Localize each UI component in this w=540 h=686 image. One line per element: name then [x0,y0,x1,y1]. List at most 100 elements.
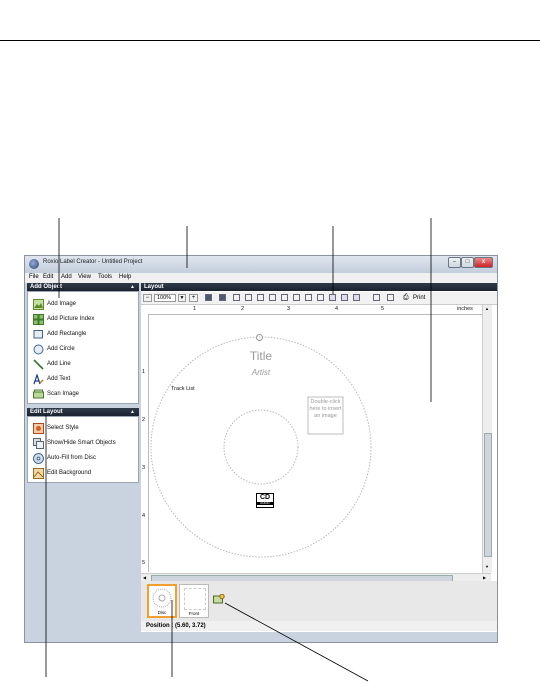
center-vertical-icon[interactable] [353,294,360,301]
thumbnail-strip: Disc Front [141,581,497,621]
align-top-icon[interactable] [269,294,276,301]
ruler-left-label: 3 [142,465,146,471]
add-picture-index-label: Add Picture Index [47,316,95,322]
position-readout: Position : (5.60, 3.72) [146,623,206,629]
align-center-icon[interactable] [245,294,252,301]
scanner-icon [33,389,44,399]
top-rule [0,40,540,41]
style-icon [33,423,44,434]
close-button[interactable]: x [474,257,493,268]
edit-layout-panel: Edit Layout ▲ Select Style Show/Hide Sma… [27,408,139,483]
ruler-top-label: 1 [193,306,197,312]
thumbnail-front[interactable]: Front [179,584,209,618]
window-title: Roxio Label Creator - Untitled Project [43,259,143,265]
collapse-arrow-icon[interactable]: ▲ [130,283,135,291]
menu-tools[interactable]: Tools [98,274,112,280]
add-object-panel: Add Object ▲ Add Image Add Picture Index… [27,283,139,404]
app-icon [29,259,39,269]
align-left-icon[interactable] [233,294,240,301]
picture-index-icon [33,314,44,325]
zoom-select[interactable]: 100% [154,294,176,302]
line-icon [33,359,44,370]
disc-artist[interactable]: Artist [231,368,291,377]
rotate-right-icon[interactable] [387,294,394,301]
scroll-down-icon[interactable]: ▼ [484,564,490,570]
scroll-left-icon[interactable]: ◀ [143,575,146,580]
label-canvas[interactable]: Title Artist Track List Double-click her… [149,315,482,572]
ruler-left-label: 4 [142,513,146,519]
scroll-up-icon[interactable]: ▲ [484,306,490,312]
layout-area: Layout − 100% ▼ + ⎙ Print 1 2 3 4 5 inch… [141,283,497,632]
zoom-in-button[interactable]: + [189,294,198,302]
edit-background-label: Edit Background [47,470,92,476]
menu-file[interactable]: File [29,274,39,280]
edit-layout-header[interactable]: Edit Layout ▲ [27,408,139,416]
center-horizontal-icon[interactable] [341,294,348,301]
add-object-list: Add Image Add Picture Index Add Rectangl… [27,291,139,404]
track-list[interactable]: Track List [171,386,195,392]
minimize-button[interactable]: – [448,257,461,268]
collapse-arrow-icon[interactable]: ▲ [130,408,135,416]
add-rectangle-label: Add Rectangle [47,331,87,337]
align-middle-icon[interactable] [281,294,288,301]
add-image-label: Add Image [47,301,77,307]
disc-outline [150,336,372,558]
show-hide-smart-objects-label: Show/Hide Smart Objects [47,440,116,446]
zoom-dropdown-icon[interactable]: ▼ [178,294,186,302]
menu-add[interactable]: Add [61,274,72,280]
cd-logo-sub: AUDIO [257,502,273,505]
smart-objects-icon [33,438,44,449]
ruler-top-label: 3 [287,306,291,312]
menu-help[interactable]: Help [119,274,131,280]
crosshair-icon[interactable] [256,334,263,341]
scan-image-label: Scan Image [47,391,80,397]
thumbnail-front-label: Front [188,611,200,616]
add-page-icon[interactable] [213,594,225,604]
ruler-left-label: 1 [142,369,146,375]
vertical-scrollbar[interactable]: ▲ ▼ [482,305,492,573]
print-label: Print [413,295,426,301]
add-object-header[interactable]: Add Object ▲ [27,283,139,291]
menu-bar: File Edit Add View Tools Help [25,273,497,283]
same-height-icon[interactable] [317,294,324,301]
background-icon [33,468,44,479]
same-width-icon[interactable] [305,294,312,301]
ruler-unit: inches [457,306,473,312]
front-thumbnail-icon [184,588,206,610]
ruler-left-label: 2 [142,417,146,423]
add-circle-label: Add Circle [47,346,75,352]
add-line-label: Add Line [47,361,71,367]
add-text-label: Add Text [47,376,71,382]
cd-audio-logo[interactable]: CD AUDIO [256,493,274,508]
send-backward-icon[interactable] [219,294,226,301]
ruler-top-label: 2 [241,306,245,312]
scroll-right-icon[interactable]: ▶ [483,575,486,580]
zoom-out-button[interactable]: − [143,294,152,302]
same-size-icon[interactable] [329,294,336,301]
auto-fill-from-disc-label: Auto-Fill from Disc [47,455,97,461]
image-placeholder[interactable]: Double-click here to insert an image [309,399,342,420]
align-bottom-icon[interactable] [293,294,300,301]
layout-header: Layout [141,283,497,291]
disc-thumbnail-icon [152,588,172,608]
ruler-top-label: 4 [335,306,339,312]
disc-title[interactable]: Title [231,349,291,363]
rotate-left-icon[interactable] [373,294,380,301]
thumbnail-disc[interactable]: Disc [147,584,177,618]
menu-edit[interactable]: Edit [43,274,53,280]
ruler-left: 1 2 3 4 5 [141,314,149,572]
align-right-icon[interactable] [257,294,264,301]
bring-forward-icon[interactable] [205,294,212,301]
menu-view[interactable]: View [78,274,91,280]
image-icon [33,299,44,310]
status-bar: Position : (5.60, 3.72) [141,621,497,631]
select-style-label: Select Style [47,425,79,431]
rectangle-icon [33,330,43,339]
edit-layout-list: Select Style Show/Hide Smart Objects Aut… [27,416,139,483]
edit-layout-title: Edit Layout [30,409,63,415]
title-bar: Roxio Label Creator - Untitled Project –… [25,256,497,273]
print-button[interactable]: ⎙ Print [403,293,435,303]
maximize-button[interactable]: □ [461,257,474,268]
vertical-scroll-thumb[interactable] [484,433,492,557]
thumbnail-disc-label: Disc [157,610,167,615]
